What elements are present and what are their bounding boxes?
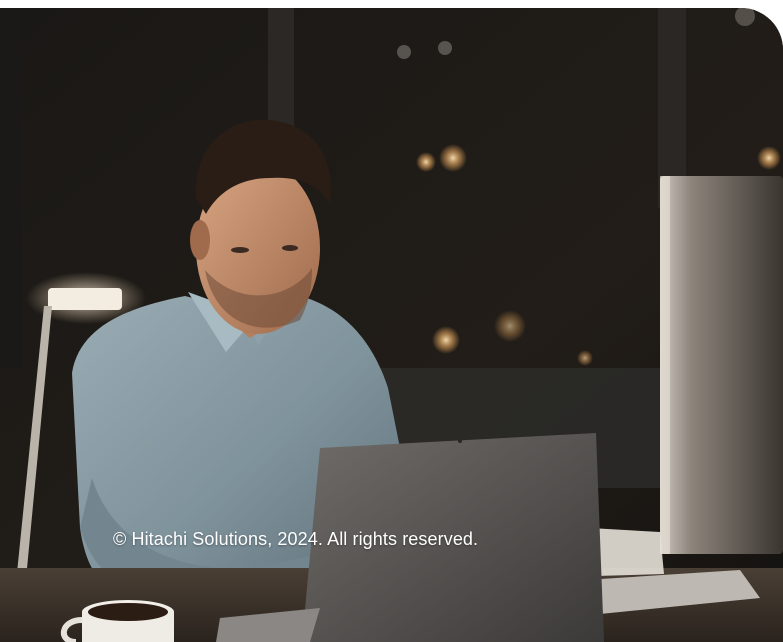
- copyright-caption: © Hitachi Solutions, 2024. All rights re…: [113, 529, 479, 549]
- hero-photo-frame: © Hitachi Solutions, 2024. All rights re…: [0, 8, 783, 642]
- desktop-monitor: [660, 176, 783, 554]
- window-frame: [0, 8, 22, 368]
